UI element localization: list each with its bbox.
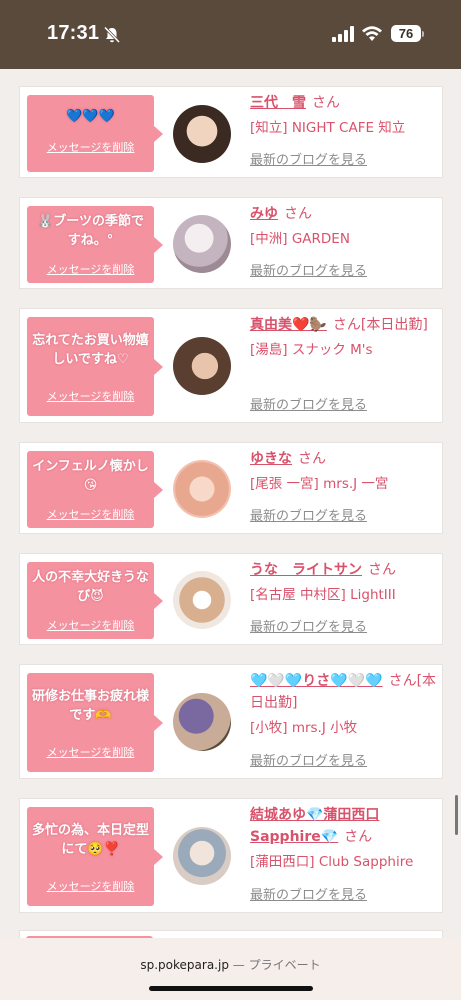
user-info: うな ライトサン さん [名古屋 中村区] LightIII 最新のブログを見る [250,559,438,635]
blog-link[interactable]: 最新のブログを見る [250,884,367,903]
user-name-link[interactable]: うな ライトサン [250,562,362,578]
message-text: 人の不幸大好きうなび😈 [32,570,149,604]
message-bubble: 人の不幸大好きうなび😈 メッセージを削除 [27,562,163,639]
avatar[interactable] [173,337,231,395]
san-label: さん [284,206,312,222]
san-label: さん [298,451,326,467]
avatar[interactable] [173,105,231,163]
san-label: さん [312,95,340,111]
message-card: 💙💙💙 メッセージを削除 三代 雪さん [知立] NIGHT CAFE 知立 最… [19,86,443,178]
shop-label: [蒲田西口] Club Sapphire [250,854,414,870]
avatar[interactable] [173,693,231,751]
message-card: 🐰ブーツの季節ですね。° メッセージを削除 みゆ さん [中洲] GARDEN 最… [19,197,443,289]
signal-icon [332,26,354,42]
message-bubble: インフェルノ懐かし😘 メッセージを削除 [27,451,163,528]
shop-label: [湯島] スナック M's [250,342,373,358]
shop-label: [中洲] GARDEN [250,231,350,247]
blog-link[interactable]: 最新のブログを見る [250,394,367,413]
battery-tip [422,31,424,37]
message-card: 忘れてたお買い物嬉しいですね♡ メッセージを削除 真由美❤️🦫 さん[本日出勤] … [19,308,443,423]
message-text: インフェルノ懐かし😘 [32,459,149,493]
user-info: 🩵🤍🩵りさ🩵🤍🩵 さん[本日出勤] [小牧] mrs.J 小牧 最新のブログを見る [250,670,438,769]
san-label: さん [388,673,417,689]
home-indicator[interactable] [149,986,313,991]
avatar[interactable] [173,215,231,273]
message-card: 多忙の為、本日定型にて🥺❣️ メッセージを削除 結城あゆ💎蒲田西口Sapphir… [19,798,443,913]
blog-link[interactable]: 最新のブログを見る [250,505,367,524]
message-bubble: 🐰ブーツの季節ですね。° メッセージを削除 [27,206,163,283]
delete-message-link[interactable]: メッセージを削除 [27,139,154,155]
san-label: さん [368,562,396,578]
user-name-link[interactable]: 真由美❤️🦫 [250,317,327,333]
message-card: 人の不幸大好きうなび😈 メッセージを削除 うな ライトサン さん [名古屋 中村区… [19,553,443,645]
san-label: さん [344,829,373,845]
delete-message-link[interactable]: メッセージを削除 [27,878,154,894]
shop-label: [尾張 一宮] mrs.J 一宮 [250,476,389,492]
user-info: 三代 雪さん [知立] NIGHT CAFE 知立 最新のブログを見る [250,92,438,168]
blog-link[interactable]: 最新のブログを見る [250,750,367,769]
delete-message-link[interactable]: メッセージを削除 [27,506,154,522]
battery-indicator: 76 [391,25,421,42]
message-text: 💙💙💙 [66,109,115,124]
user-name-link[interactable]: ゆきな [250,451,292,467]
scrollbar[interactable] [455,795,458,835]
url-domain: sp.pokepara.jp [140,958,229,972]
user-name-link[interactable]: 🩵🤍🩵りさ🩵🤍🩵 [250,673,383,689]
message-bubble: 多忙の為、本日定型にて🥺❣️ メッセージを削除 [27,807,163,906]
avatar[interactable] [173,827,231,885]
avatar[interactable] [173,460,231,518]
san-label: さん [332,317,361,333]
wifi-icon [362,26,382,41]
message-text: 🐰ブーツの季節ですね。° [37,214,144,248]
message-card: 研修お仕事お疲れ様です🫶 メッセージを削除 🩵🤍🩵りさ🩵🤍🩵 さん[本日出勤] [… [19,664,443,779]
shop-label: [小牧] mrs.J 小牧 [250,720,358,736]
user-name-link[interactable]: みゆ [250,206,278,222]
avatar[interactable] [173,571,231,629]
message-bubble: 研修お仕事お疲れ様です🫶 メッセージを削除 [27,673,163,772]
message-card: インフェルノ懐かし😘 メッセージを削除 ゆきな さん [尾張 一宮] mrs.J … [19,442,443,534]
shop-label: [名古屋 中村区] LightIII [250,587,396,603]
work-status: [本日出勤] [360,317,428,333]
blog-link[interactable]: 最新のブログを見る [250,149,367,168]
delete-message-link[interactable]: メッセージを削除 [27,744,154,760]
message-text: 忘れてたお買い物嬉しいですね♡ [32,333,149,367]
blog-link[interactable]: 最新のブログを見る [250,260,367,279]
user-info: 結城あゆ💎蒲田西口Sapphire💎 さん [蒲田西口] Club Sapphir… [250,804,438,903]
message-text: 多忙の為、本日定型にて🥺❣️ [31,823,149,857]
user-name-link[interactable]: 三代 雪 [250,95,306,111]
user-info: 真由美❤️🦫 さん[本日出勤] [湯島] スナック M's 最新のブログを見る [250,314,438,413]
delete-message-link[interactable]: メッセージを削除 [27,388,154,404]
user-info: ゆきな さん [尾張 一宮] mrs.J 一宮 最新のブログを見る [250,448,438,524]
status-bar: 17:31 76 [0,0,461,69]
message-bubble: 💙💙💙 メッセージを削除 [27,95,163,172]
user-info: みゆ さん [中洲] GARDEN 最新のブログを見る [250,203,438,279]
url-bar[interactable]: sp.pokepara.jp — プライベート [0,956,461,973]
url-separator: — [228,958,249,972]
delete-message-link[interactable]: メッセージを削除 [27,617,154,633]
delete-message-link[interactable]: メッセージを削除 [27,261,154,277]
message-bubble: 忘れてたお買い物嬉しいですね♡ メッセージを削除 [27,317,163,416]
status-time: 17:31 [47,22,100,44]
bell-muted-icon [103,26,121,44]
blog-link[interactable]: 最新のブログを見る [250,616,367,635]
message-text: 研修お仕事お疲れ様です🫶 [31,689,149,723]
private-mode-label: プライベート [248,958,321,972]
shop-label: [知立] NIGHT CAFE 知立 [250,120,406,136]
